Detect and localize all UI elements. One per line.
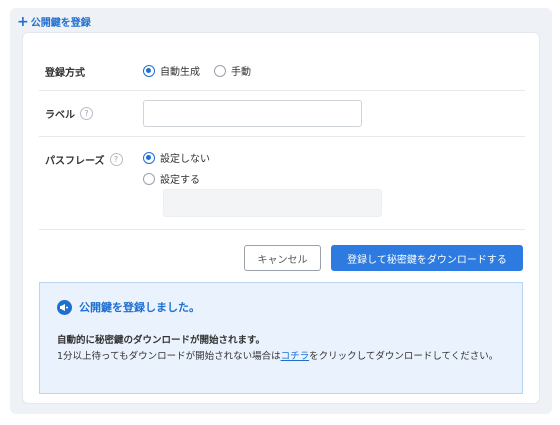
method-manual-label: 手動 <box>231 67 251 78</box>
label-input[interactable] <box>143 100 362 127</box>
notice-fallback-text: 1分以上待ってもダウンロードが開始されない場合はコチラをクリックしてダウンロード… <box>57 349 517 364</box>
radio-unchecked-icon <box>214 64 226 77</box>
passphrase-set-group: 設定する <box>143 171 214 186</box>
divider <box>39 229 525 230</box>
megaphone-icon <box>57 299 72 315</box>
method-auto-radio[interactable]: 自動生成 <box>143 63 200 78</box>
cancel-button[interactable]: キャンセル <box>244 245 321 271</box>
add-public-key-panel: + 公開鍵を登録 登録方式 自動生成 手動 ラベル ? パスフレーズ ? 設定し… <box>10 8 552 414</box>
label-field-label: ラベル <box>45 110 75 121</box>
register-download-label: 登録して秘密鍵をダウンロードする <box>347 254 507 266</box>
register-form-card: 登録方式 自動生成 手動 ラベル ? パスフレーズ ? 設定しない 設定する キ… <box>22 32 540 404</box>
help-icon[interactable]: ? <box>109 153 123 166</box>
divider <box>39 90 525 91</box>
add-public-key-label: 公開鍵を登録 <box>30 18 91 29</box>
notice-title: 公開鍵を登録しました。 <box>79 301 200 314</box>
passphrase-set-radio[interactable]: 設定する <box>143 171 200 186</box>
cancel-button-label: キャンセル <box>257 254 308 266</box>
method-radio-group: 自動生成 手動 <box>143 63 265 78</box>
label-field-row: ラベル ? <box>45 106 93 121</box>
notice-fallback-before: 1分以上待ってもダウンロードが開始されない場合は <box>57 351 281 362</box>
method-label-row: 登録方式 <box>45 64 85 79</box>
passphrase-label: パスフレーズ <box>45 156 105 167</box>
method-label: 登録方式 <box>45 68 85 79</box>
notice-fallback-after: をクリックしてダウンロードしてください。 <box>309 351 499 362</box>
notice-title-row: 公開鍵を登録しました。 <box>57 299 200 315</box>
help-icon[interactable]: ? <box>80 107 93 120</box>
plus-icon: + <box>17 13 29 30</box>
passphrase-none-label: 設定しない <box>160 154 210 165</box>
method-auto-label: 自動生成 <box>160 67 200 78</box>
passphrase-label-row: パスフレーズ ? <box>45 152 123 167</box>
radio-checked-icon <box>143 64 155 77</box>
download-here-link[interactable]: コチラ <box>281 351 310 362</box>
method-manual-radio[interactable]: 手動 <box>214 63 251 78</box>
notice-auto-download-text: 自動的に秘密鍵のダウンロードが開始されます。 <box>57 335 266 346</box>
success-notice: 公開鍵を登録しました。 自動的に秘密鍵のダウンロードが開始されます。 1分以上待… <box>39 282 523 394</box>
register-download-button[interactable]: 登録して秘密鍵をダウンロードする <box>331 245 523 271</box>
divider <box>39 136 525 137</box>
passphrase-none-group: 設定しない <box>143 150 224 165</box>
add-public-key-link[interactable]: + 公開鍵を登録 <box>17 13 91 30</box>
passphrase-none-radio[interactable]: 設定しない <box>143 150 210 165</box>
radio-unchecked-icon <box>143 172 155 185</box>
passphrase-input[interactable] <box>163 189 382 217</box>
radio-checked-icon <box>143 151 155 164</box>
passphrase-set-label: 設定する <box>160 175 200 186</box>
